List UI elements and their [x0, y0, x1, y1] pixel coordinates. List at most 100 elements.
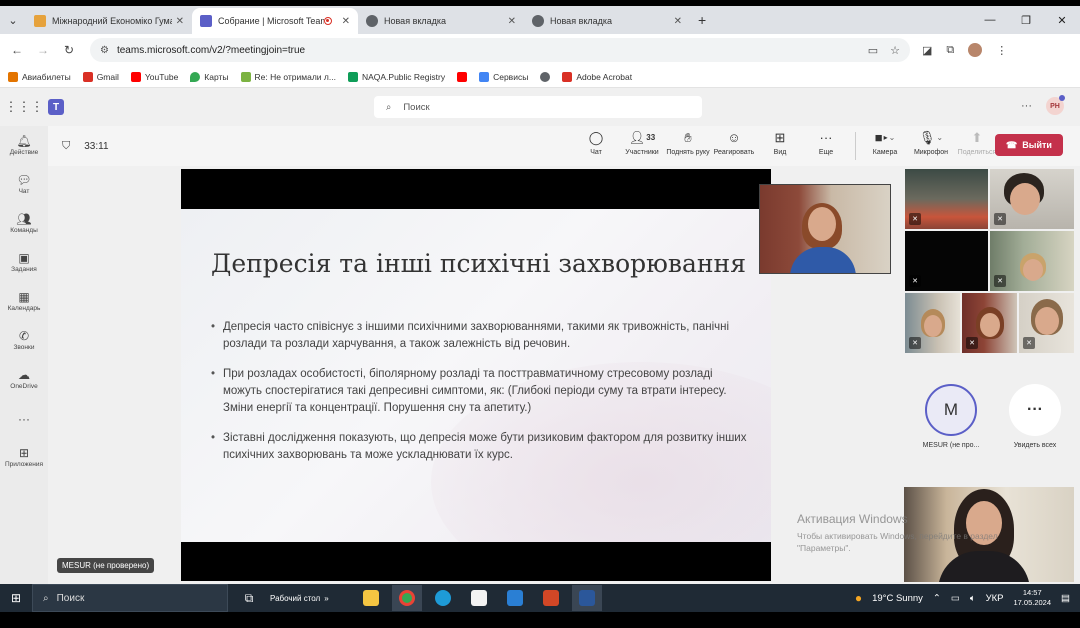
- more-options-icon[interactable]: ···: [1021, 100, 1032, 112]
- system-clock[interactable]: 14:57 17.05.2024: [1013, 588, 1051, 608]
- rail-item-teams[interactable]: 👥︎ Команды: [0, 204, 48, 243]
- forward-arrow-icon[interactable]: →: [30, 43, 56, 57]
- close-window-icon[interactable]: ✕: [1044, 14, 1080, 27]
- desktop-toolbar[interactable]: Рабочий стол»: [270, 594, 350, 603]
- see-all-button[interactable]: ··· Увидеть всех: [998, 384, 1072, 449]
- bookmark-item[interactable]: Adobe Acrobat: [562, 71, 632, 82]
- chat-icon: 💬︎: [16, 173, 32, 187]
- close-tab-icon[interactable]: ✕: [176, 16, 184, 27]
- bookmark-item[interactable]: Re: Не отримали л...: [240, 71, 336, 82]
- browser-tab-2[interactable]: Новая вкладка ✕: [358, 8, 524, 34]
- bookmark-item[interactable]: NAQA.Public Registry: [347, 71, 445, 82]
- react-button[interactable]: ☺ Реагировать: [711, 130, 757, 160]
- participant-avatar-tile[interactable]: M MESUR (не про...: [914, 384, 988, 449]
- rail-item-calls[interactable]: ✆ Звонки: [0, 321, 48, 360]
- browser-menu-icon[interactable]: ⋮: [996, 44, 1007, 57]
- window-controls: — ❐ ✕: [972, 6, 1080, 34]
- mic-off-icon: 🎙︎ ⌄: [918, 130, 944, 145]
- presenter-video[interactable]: [759, 184, 891, 274]
- extension-icon[interactable]: ◪: [922, 44, 932, 57]
- windows-start-icon[interactable]: ⊞: [0, 591, 32, 605]
- close-tab-icon[interactable]: ✕: [508, 16, 516, 27]
- extensions-puzzle-icon[interactable]: ⧉: [946, 44, 954, 57]
- view-button[interactable]: ⊞ Вид: [757, 130, 803, 160]
- chrome-icon[interactable]: [392, 585, 422, 611]
- app-launcher-icon[interactable]: ⋮⋮⋮: [0, 99, 48, 115]
- rail-item-more[interactable]: ···: [0, 399, 48, 438]
- close-tab-icon[interactable]: ✕: [342, 16, 350, 27]
- mic-off-icon: ✕: [909, 275, 921, 287]
- phone-icon: ✆: [18, 329, 30, 343]
- rail-item-onedrive[interactable]: ☁ OneDrive: [0, 360, 48, 399]
- store-icon[interactable]: [464, 585, 494, 611]
- bookmark-star-icon[interactable]: ☆: [890, 44, 900, 57]
- close-tab-icon[interactable]: ✕: [674, 16, 682, 27]
- chevron-up-icon[interactable]: ⌃: [933, 593, 941, 604]
- network-icon[interactable]: ▭: [951, 593, 960, 604]
- participant-video-tile[interactable]: ✕: [990, 231, 1074, 291]
- url-text: teams.microsoft.com/v2/?meetingjoin=true: [116, 44, 306, 56]
- bookmark-item[interactable]: Сервисы: [479, 71, 528, 82]
- shield-icon: ⛉: [62, 139, 71, 152]
- bookmark-item[interactable]: Авиабилеты: [8, 71, 71, 82]
- microphone-button[interactable]: 🎙︎ ⌄ Микрофон: [908, 130, 954, 160]
- bookmark-item[interactable]: [540, 71, 551, 82]
- tab-search-dropdown[interactable]: ⌄: [0, 6, 26, 34]
- notifications-icon[interactable]: ▤: [1061, 593, 1070, 604]
- bookmark-item[interactable]: Gmail: [82, 71, 119, 82]
- edge-icon[interactable]: [428, 585, 458, 611]
- participant-video-tile[interactable]: ✕: [905, 231, 988, 291]
- rail-item-assignments[interactable]: ▣ Задания: [0, 243, 48, 282]
- avatar[interactable]: PH: [1046, 95, 1065, 115]
- weather-widget[interactable]: 19°C Sunny: [872, 593, 923, 604]
- chat-button[interactable]: ◯ Чат: [573, 130, 619, 160]
- language-indicator[interactable]: УКР: [986, 593, 1004, 604]
- participants-button[interactable]: 👤︎ 33 Участники: [619, 130, 665, 160]
- teams-search-input[interactable]: ⌕ Поиск: [374, 96, 702, 118]
- maps-icon: [190, 71, 201, 82]
- leave-button[interactable]: ☎ Выйти: [995, 134, 1063, 156]
- browser-tab-3[interactable]: Новая вкладка ✕: [524, 8, 690, 34]
- participant-video-tile[interactable]: ✕: [1019, 293, 1074, 353]
- browser-tab-0[interactable]: Міжнародний Економіко Гума ✕: [26, 8, 192, 34]
- new-tab-button[interactable]: +: [690, 12, 714, 34]
- camera-button[interactable]: ■ ▸ ⌄ Камера: [862, 130, 908, 160]
- participant-video-tile[interactable]: ✕: [905, 169, 988, 229]
- more-actions-button[interactable]: ··· Еще: [803, 130, 849, 160]
- powerpoint-icon[interactable]: [536, 585, 566, 611]
- site-info-icon[interactable]: ⚙: [100, 45, 109, 56]
- participant-video-tile[interactable]: ✕: [990, 169, 1074, 229]
- bookmark-item[interactable]: YouTube: [130, 71, 178, 82]
- minimize-icon[interactable]: —: [972, 14, 1008, 26]
- word-icon[interactable]: [572, 585, 602, 611]
- bookmark-item[interactable]: [457, 71, 468, 82]
- volume-icon[interactable]: 🔈︎: [970, 593, 976, 604]
- rail-item-chat[interactable]: 💬︎ Чат: [0, 165, 48, 204]
- mail-icon[interactable]: [500, 585, 530, 611]
- participant-video-tile[interactable]: ✕: [962, 293, 1017, 353]
- rail-item-apps[interactable]: ⊞ Приложения: [0, 438, 48, 477]
- reload-icon[interactable]: ↻: [56, 43, 82, 57]
- raise-hand-button[interactable]: ✋︎ Поднять руку: [665, 130, 711, 160]
- rail-item-activity[interactable]: 🔔︎ Действие: [0, 126, 48, 165]
- bookmark-item[interactable]: Карты: [190, 71, 229, 82]
- presenter-name-tag: MESUR (не проверено): [57, 558, 155, 573]
- restore-icon[interactable]: ❐: [1008, 14, 1044, 27]
- address-bar[interactable]: ⚙ teams.microsoft.com/v2/?meetingjoin=tr…: [90, 38, 910, 62]
- recording-icon: [323, 17, 332, 25]
- participant-video-tile[interactable]: ✕: [905, 293, 960, 353]
- teams-app-rail: 🔔︎ Действие 💬︎ Чат 👥︎ Команды ▣ Задания ▦ Кал…: [0, 126, 48, 584]
- task-view-icon[interactable]: ⧉: [234, 585, 264, 611]
- taskbar-search[interactable]: ⌕ Поиск: [32, 584, 228, 612]
- more-icon: ···: [1009, 384, 1061, 436]
- teams-logo-icon: T: [48, 99, 64, 115]
- file-explorer-icon[interactable]: [356, 585, 386, 611]
- add-apps-icon: ⊞: [18, 446, 30, 460]
- browser-tab-1[interactable]: Собрание | Microsoft Teams ✕: [192, 8, 358, 34]
- share-button[interactable]: ⬆ Поделиться: [954, 130, 1000, 160]
- camera-in-use-icon[interactable]: ▭: [868, 44, 878, 57]
- rail-item-calendar[interactable]: ▦ Календарь: [0, 282, 48, 321]
- profile-avatar[interactable]: [968, 43, 983, 57]
- camera-icon: ■ ▸ ⌄: [874, 130, 896, 145]
- back-arrow-icon[interactable]: ←: [4, 43, 30, 57]
